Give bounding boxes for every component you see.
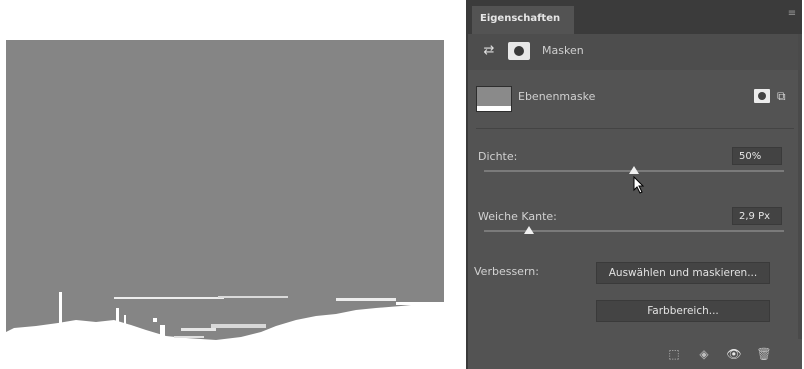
visibility-icon[interactable]: 👁 bbox=[726, 346, 742, 362]
panel-scrollbar[interactable] bbox=[798, 34, 802, 339]
mask-shape bbox=[6, 292, 444, 369]
select-and-mask-button[interactable]: Auswählen und maskieren... bbox=[596, 262, 770, 284]
layer-mask-label: Ebenenmaske bbox=[518, 90, 596, 103]
panel-menu-icon[interactable]: ≡ bbox=[786, 8, 798, 20]
feather-field[interactable]: 2,9 Px bbox=[732, 207, 782, 225]
density-slider-thumb[interactable] bbox=[629, 166, 639, 174]
feather-label: Weiche Kante: bbox=[478, 210, 557, 223]
layer-mask-thumbnail bbox=[476, 86, 512, 112]
panel-bottom-bar: ⬚ ◈ 👁 🗑 bbox=[468, 339, 802, 369]
pixel-mask-icon[interactable]: ⇄ bbox=[480, 43, 498, 59]
mask-mode-row: ⇄ Masken bbox=[468, 34, 802, 70]
mask-preview-canvas bbox=[6, 40, 444, 369]
properties-panel: Eigenschaften ≡ ⇄ Masken Ebenenmaske ⧉ D… bbox=[466, 0, 802, 369]
density-field[interactable]: 50% bbox=[732, 147, 782, 165]
divider bbox=[476, 128, 794, 129]
panel-tab-bar: Eigenschaften ≡ bbox=[468, 0, 802, 34]
tab-properties[interactable]: Eigenschaften bbox=[472, 6, 575, 34]
color-range-button[interactable]: Farbbereich... bbox=[596, 300, 770, 322]
mouse-cursor-icon bbox=[633, 176, 645, 194]
apply-mask-icon[interactable]: ◈ bbox=[696, 346, 712, 362]
load-selection-icon[interactable]: ⬚ bbox=[666, 346, 682, 362]
density-label: Dichte: bbox=[478, 150, 518, 163]
trash-icon[interactable]: 🗑 bbox=[756, 346, 772, 362]
refine-label: Verbessern: bbox=[474, 265, 539, 278]
mask-mode-icon[interactable] bbox=[508, 42, 530, 60]
mode-label: Masken bbox=[542, 44, 584, 57]
select-pixel-mask-icon[interactable] bbox=[754, 89, 770, 103]
layer-mask-row: Ebenenmaske ⧉ bbox=[468, 70, 802, 126]
add-vector-mask-icon[interactable]: ⧉ bbox=[777, 88, 791, 104]
feather-slider-thumb[interactable] bbox=[524, 226, 534, 234]
